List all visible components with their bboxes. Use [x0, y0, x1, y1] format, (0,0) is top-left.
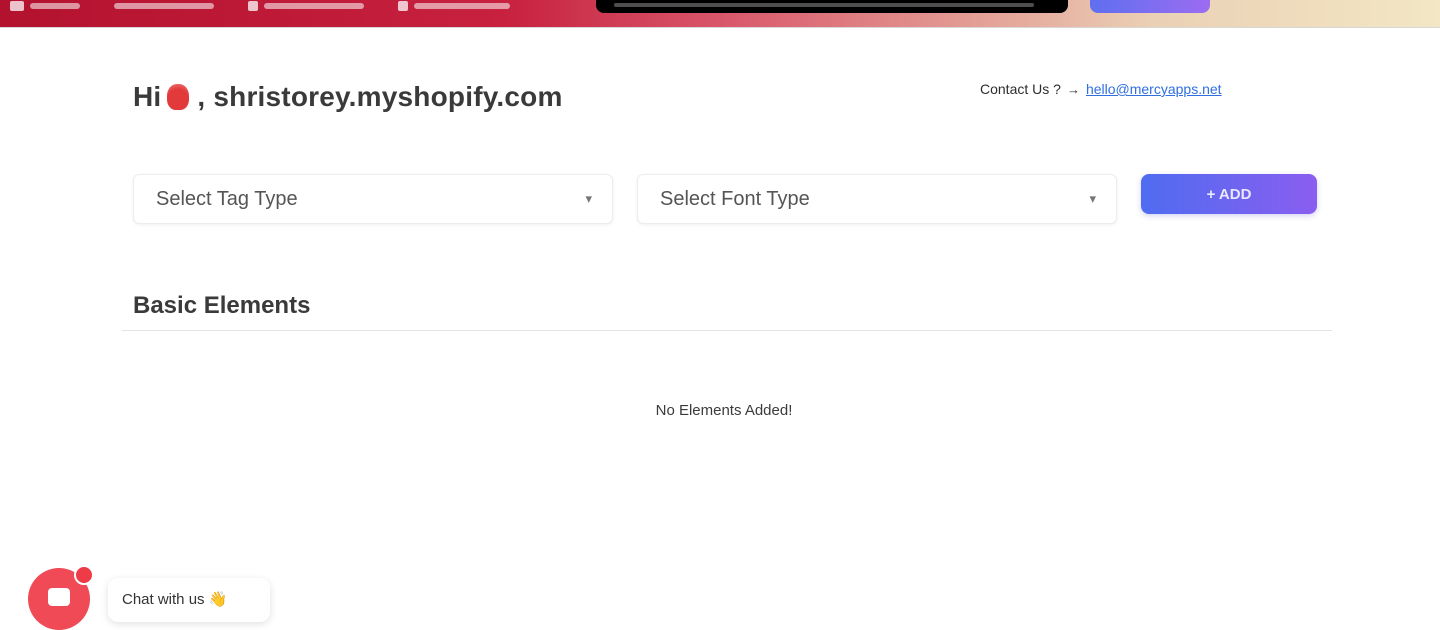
chevron-down-icon: ▾ [1089, 191, 1096, 206]
contact-email-link[interactable]: hello@mercyapps.net [1086, 81, 1222, 97]
nav-item-label [264, 3, 364, 9]
chat-greeting-bubble[interactable]: Chat with us 👋 [108, 578, 270, 622]
tag-type-select-value: Select Tag Type [156, 187, 298, 210]
announcement-bar[interactable] [596, 0, 1068, 13]
add-button-label: + ADD [1206, 185, 1252, 203]
nav-item-settings[interactable] [248, 1, 364, 11]
empty-state-text: No Elements Added! [655, 402, 793, 419]
arrow-right-icon: → [1066, 81, 1080, 97]
nav-item-label [414, 3, 510, 9]
add-button[interactable]: + ADD [1141, 174, 1317, 214]
nav-item-store[interactable] [10, 1, 80, 11]
chat-icon [48, 588, 70, 606]
nav-item-download[interactable] [114, 1, 214, 11]
top-bar [0, 0, 1440, 28]
nav-item-help[interactable] [398, 1, 510, 11]
notification-badge [74, 565, 94, 585]
top-nav [0, 0, 510, 12]
divider [122, 330, 1332, 331]
upgrade-button[interactable] [1090, 0, 1210, 13]
shop-domain: , shristorey.myshopify.com [197, 81, 563, 112]
nav-item-label [30, 3, 80, 9]
section-title: Basic Elements [133, 292, 311, 319]
help-icon [398, 1, 408, 11]
announcement-text [614, 3, 1034, 7]
waving-hand-icon [167, 84, 190, 110]
font-type-select-value: Select Font Type [660, 187, 810, 210]
tag-type-select[interactable]: Select Tag Type ▾ [133, 174, 613, 224]
contact-label: Contact Us ? [980, 81, 1061, 97]
settings-icon [248, 1, 258, 11]
contact-us: Contact Us ? → hello@mercyapps.net [980, 80, 1222, 98]
store-icon [10, 1, 24, 11]
greeting-prefix: Hi [133, 81, 162, 112]
chevron-down-icon: ▾ [585, 191, 592, 206]
page-title: Hi , shristorey.myshopify.com [133, 80, 563, 114]
nav-item-label [114, 3, 214, 9]
font-type-select[interactable]: Select Font Type ▾ [637, 174, 1117, 224]
